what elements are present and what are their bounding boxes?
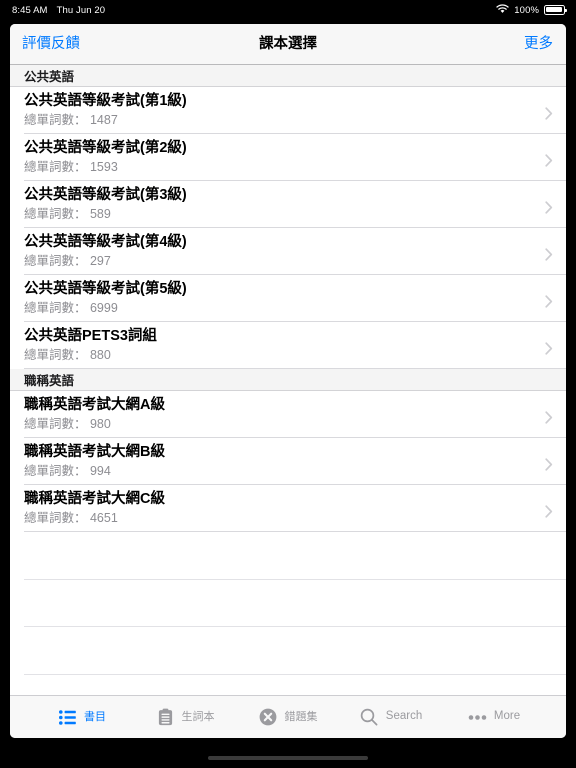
tab-label: 書目 xyxy=(84,710,106,723)
table-row[interactable]: 公共英語等級考試(第2級) 總單詞數： 1593 xyxy=(10,134,566,181)
chevron-right-icon xyxy=(545,457,553,471)
tab-ellipsis[interactable]: More xyxy=(443,696,546,738)
chevron-right-icon xyxy=(545,200,553,214)
row-subtitle-word-count: 總單詞數： 880 xyxy=(24,348,111,363)
empty-list-row xyxy=(10,674,566,695)
chevron-right-icon xyxy=(545,153,553,167)
battery-percent-label: 100% xyxy=(514,4,539,16)
tab-label: Search xyxy=(385,710,423,723)
circle-x-icon xyxy=(259,708,278,727)
nav-right-button-more[interactable]: 更多 xyxy=(524,37,553,52)
row-title: 職稱英語考試大網B級 xyxy=(24,444,165,461)
page-title: 課本選擇 xyxy=(259,35,317,52)
tab-clipboard[interactable]: 生詞本 xyxy=(134,696,237,738)
navigation-bar: 評價反饋 課本選擇 更多 xyxy=(10,24,566,65)
chevron-right-icon xyxy=(545,106,553,120)
clipboard-icon xyxy=(156,708,175,727)
ipad-device-frame: 8:45 AM Thu Jun 20 100% 評價反饋 課本選擇 更多 公共英… xyxy=(0,0,576,768)
table-row[interactable]: 職稱英語考試大網C級 總單詞數： 4651 xyxy=(10,485,566,532)
tab-list-bullet[interactable]: 書目 xyxy=(31,696,134,738)
row-title: 職稱英語考試大網C級 xyxy=(24,491,165,508)
row-title: 公共英語等級考試(第2級) xyxy=(24,140,187,157)
ellipsis-icon xyxy=(468,708,487,727)
table-row[interactable]: 公共英語PETS3詞組 總單詞數： 880 xyxy=(10,322,566,369)
tab-label: 生詞本 xyxy=(181,710,215,723)
tab-bar: 書目 生詞本 錯題集 Search More xyxy=(10,695,566,738)
empty-list-row xyxy=(10,532,566,580)
table-row[interactable]: 職稱英語考試大網A級 總單詞數： 980 xyxy=(10,391,566,438)
table-row[interactable]: 公共英語等級考試(第5級) 總單詞數： 6999 xyxy=(10,275,566,322)
empty-list-row xyxy=(10,579,566,627)
textbook-list[interactable]: 公共英語公共英語等級考試(第1級) 總單詞數： 1487 公共英語等級考試(第2級)… xyxy=(10,65,566,695)
tab-label: 錯題集 xyxy=(284,710,318,723)
row-subtitle-word-count: 總單詞數： 589 xyxy=(24,207,111,222)
list-bullet-icon xyxy=(58,708,77,727)
chevron-right-icon xyxy=(545,504,553,518)
tab-label: More xyxy=(493,710,521,723)
chevron-right-icon xyxy=(545,247,553,261)
row-subtitle-word-count: 總單詞數： 994 xyxy=(24,464,111,479)
status-bar-right: 100% xyxy=(496,3,567,17)
row-subtitle-word-count: 總單詞數： 6999 xyxy=(24,301,118,316)
row-title: 公共英語等級考試(第1級) xyxy=(24,93,187,110)
chevron-right-icon xyxy=(545,410,553,424)
row-subtitle-word-count: 總單詞數： 4651 xyxy=(24,511,118,526)
table-row[interactable]: 職稱英語考試大網B級 總單詞數： 994 xyxy=(10,438,566,485)
chevron-right-icon xyxy=(545,341,553,355)
row-subtitle-word-count: 總單詞數： 1487 xyxy=(24,113,118,128)
row-title: 職稱英語考試大網A級 xyxy=(24,397,165,414)
table-row[interactable]: 公共英語等級考試(第4級) 總單詞數： 297 xyxy=(10,228,566,275)
table-row[interactable]: 公共英語等級考試(第3級) 總單詞數： 589 xyxy=(10,181,566,228)
wifi-icon xyxy=(496,3,509,17)
status-bar-time: 8:45 AM xyxy=(12,4,48,16)
app-screen: 評價反饋 課本選擇 更多 公共英語公共英語等級考試(第1級) 總單詞數： 1487… xyxy=(10,24,566,738)
row-subtitle-word-count: 總單詞數： 297 xyxy=(24,254,111,269)
search-icon xyxy=(360,708,379,727)
status-bar: 8:45 AM Thu Jun 20 100% xyxy=(0,0,576,20)
tab-search[interactable]: Search xyxy=(340,696,443,738)
row-title: 公共英語等級考試(第4級) xyxy=(24,234,187,251)
home-indicator xyxy=(208,756,368,760)
row-title: 公共英語等級考試(第5級) xyxy=(24,281,187,298)
empty-list-row xyxy=(10,627,566,675)
section-header: 職稱英語 xyxy=(10,369,566,391)
row-subtitle-word-count: 總單詞數： 1593 xyxy=(24,160,118,175)
battery-full-icon xyxy=(544,5,567,15)
tab-circle-x[interactable]: 錯題集 xyxy=(237,696,340,738)
row-subtitle-word-count: 總單詞數： 980 xyxy=(24,417,111,432)
row-title: 公共英語等級考試(第3級) xyxy=(24,187,187,204)
status-bar-date: Thu Jun 20 xyxy=(56,4,106,16)
section-header: 公共英語 xyxy=(10,65,566,87)
row-title: 公共英語PETS3詞組 xyxy=(24,328,157,345)
status-bar-left: 8:45 AM Thu Jun 20 xyxy=(12,5,105,16)
table-row[interactable]: 公共英語等級考試(第1級) 總單詞數： 1487 xyxy=(10,87,566,134)
chevron-right-icon xyxy=(545,294,553,308)
